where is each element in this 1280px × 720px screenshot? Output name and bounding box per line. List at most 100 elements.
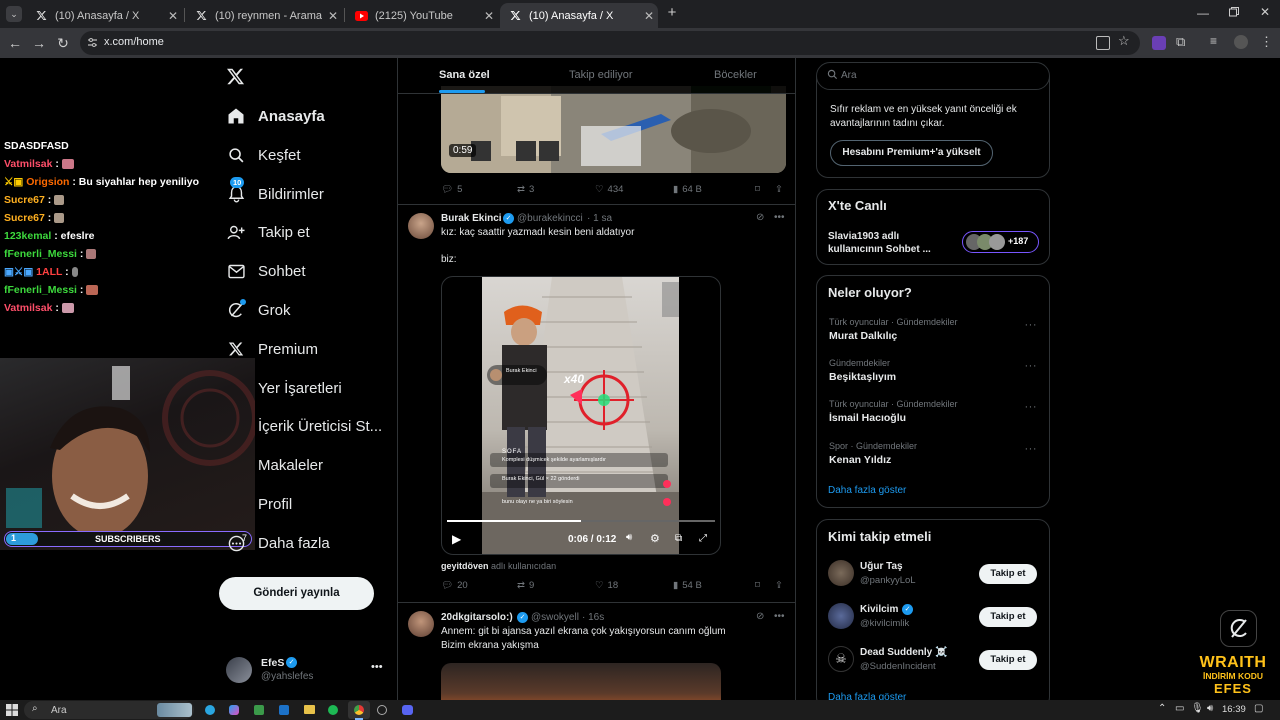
settings-icon[interactable]: ⚙ <box>650 532 660 545</box>
new-tab-button[interactable]: + <box>664 5 680 21</box>
trend-more-icon[interactable]: ··· <box>1025 360 1038 372</box>
install-icon[interactable] <box>1096 36 1110 50</box>
post-author[interactable]: 20dkgitarsolo:) <box>441 612 513 623</box>
close-icon[interactable]: ✕ <box>164 9 182 23</box>
close-icon[interactable]: ✕ <box>480 9 498 23</box>
extensions-puzzle-icon[interactable]: ⧉ <box>1176 34 1185 50</box>
outlook-icon[interactable] <box>279 705 289 715</box>
chrome-menu-icon[interactable]: ⋮ <box>1260 34 1273 50</box>
taskbar-search[interactable]: ⌕ Ara <box>24 701 194 719</box>
tab-for-you[interactable]: Sana özel <box>439 69 490 81</box>
media-control-icon[interactable]: ≡ <box>1210 34 1217 48</box>
edge-icon[interactable] <box>205 705 215 715</box>
spotify-icon[interactable] <box>328 705 338 715</box>
grok-icon[interactable]: ⊘ <box>756 212 764 223</box>
chrome-icon[interactable] <box>348 701 370 720</box>
tray-chevron-icon[interactable]: ⌃ <box>1158 703 1166 714</box>
follow-suggestion[interactable]: Kivilcim ✓ @kivilcimlik Takip et <box>817 601 1049 633</box>
follow-suggestion[interactable]: ☠ Dead Suddenly ☠️ @SuddenIncident Takip… <box>817 644 1049 676</box>
bookmark-button[interactable]: ⌑ <box>755 184 775 195</box>
extension-icon[interactable] <box>1152 36 1166 50</box>
grok-icon[interactable]: ⊘ <box>756 611 764 622</box>
account-switcher[interactable]: EfeS ✓ @yahslefes ••• <box>226 655 386 685</box>
account-more-icon[interactable]: ••• <box>371 661 383 673</box>
post-author[interactable]: Burak Ekinci <box>441 213 502 224</box>
omnibox[interactable]: x.com/home ☆ <box>80 31 1140 55</box>
reply-button[interactable]: 💬︎ 5 <box>441 184 517 195</box>
tab-bocekler[interactable]: Böcekler <box>714 69 757 81</box>
app-icon[interactable] <box>377 705 387 715</box>
nav-notifications[interactable]: 10 Bildirimler <box>226 177 324 207</box>
browser-tab-4[interactable]: (10) Anasayfa / X ✕ <box>500 3 658 28</box>
back-icon[interactable]: ← <box>6 34 24 52</box>
post[interactable]: Burak Ekinci ✓ @burakekincci · 1 sa ⊘ ••… <box>398 205 795 602</box>
notification-center-icon[interactable]: ▢ <box>1254 703 1263 714</box>
browser-tab-1[interactable]: (10) Anasayfa / X ✕ <box>26 3 182 28</box>
profile-avatar[interactable] <box>1234 35 1248 49</box>
nav-articles[interactable]: Makaleler <box>226 452 323 478</box>
credit-user[interactable]: geyitdöven <box>441 561 489 571</box>
discord-icon[interactable] <box>402 705 413 715</box>
nav-home[interactable]: Anasayfa <box>226 103 325 129</box>
explorer-icon[interactable] <box>304 705 315 714</box>
show-more-link[interactable]: Daha fazla göster <box>828 485 906 496</box>
trend-item[interactable]: Spor · Gündemdekiler Kenan Yıldız ··· <box>817 438 1049 478</box>
views-button[interactable]: ▮ 54 B <box>673 580 755 591</box>
copilot-icon[interactable] <box>229 705 239 715</box>
follow-button[interactable]: Takip et <box>979 607 1037 627</box>
trend-item[interactable]: Türk oyuncular · Gündemdekiler İsmail Ha… <box>817 396 1049 436</box>
follow-button[interactable]: Takip et <box>979 564 1037 584</box>
nav-premium[interactable]: Premium <box>226 336 318 362</box>
minimize-button[interactable]: — <box>1196 6 1210 20</box>
nav-follow[interactable]: Takip et <box>226 219 310 245</box>
trend-item[interactable]: Türk oyuncular · Gündemdekiler Murat Dal… <box>817 314 1049 354</box>
nav-studio[interactable]: İçerik Üreticisi St... <box>226 413 382 439</box>
post-video-player[interactable]: x40 Burak Ekinci SOFA Komplesi düşmicek … <box>441 276 721 555</box>
follow-button[interactable]: Takip et <box>979 650 1037 670</box>
site-info-icon[interactable] <box>87 37 98 48</box>
repost-button[interactable]: ⇄ 3 <box>517 184 595 195</box>
close-icon[interactable]: ✕ <box>324 9 342 23</box>
post-more-icon[interactable]: ••• <box>774 611 785 622</box>
share-icon[interactable]: ⇪ <box>775 580 783 591</box>
nav-chat[interactable]: Sohbet <box>226 258 306 284</box>
close-window-button[interactable]: ✕ <box>1258 5 1272 19</box>
browser-tab-2[interactable]: (10) reynmen - Arama / X ✕ <box>186 3 342 28</box>
reload-icon[interactable]: ↻ <box>54 34 72 52</box>
trend-more-icon[interactable]: ··· <box>1025 443 1038 455</box>
post[interactable]: 20dkgitarsolo:) ✓ @swokyell · 16s ⊘ ••• … <box>398 603 795 700</box>
pip-icon[interactable]: ⧉ <box>675 533 682 544</box>
trend-more-icon[interactable]: ··· <box>1025 319 1038 331</box>
nav-grok[interactable]: Grok <box>226 297 291 323</box>
bookmark-button[interactable]: ⌑ <box>755 580 775 591</box>
share-icon[interactable]: ⇪ <box>775 184 783 195</box>
video-progress-track[interactable] <box>447 520 715 522</box>
live-card[interactable]: X'te Canlı Slavia1903 adlı kullanıcının … <box>816 189 1050 265</box>
like-button[interactable]: ♡ 434 <box>595 184 673 195</box>
restore-button[interactable] <box>1228 6 1242 20</box>
volume-icon[interactable]: 🔊︎ <box>1207 703 1213 714</box>
post-media[interactable] <box>441 663 721 700</box>
reply-button[interactable]: 💬︎ 20 <box>441 580 517 591</box>
volume-icon[interactable]: 🔊︎ <box>626 532 632 543</box>
trend-item[interactable]: Gündemdekiler Beşiktaşlıyım ··· <box>817 355 1049 395</box>
store-icon[interactable] <box>254 705 264 715</box>
fullscreen-icon[interactable]: ⤢ <box>699 533 707 544</box>
play-icon[interactable]: ▶ <box>452 532 461 546</box>
clock[interactable]: 16:39 <box>1222 704 1246 715</box>
mic-icon[interactable]: 🎙︎ <box>1191 703 1204 714</box>
start-icon[interactable] <box>6 704 18 716</box>
tab-following[interactable]: Takip ediliyor <box>569 69 633 81</box>
post-media-video[interactable]: 0:59 <box>441 86 786 173</box>
network-icon[interactable]: ▭ <box>1175 703 1184 714</box>
nav-bookmarks[interactable]: Yer İşaretleri <box>226 375 342 401</box>
grok-floating-button[interactable] <box>1220 610 1257 647</box>
nav-profile[interactable]: Profil <box>226 491 292 517</box>
nav-explore[interactable]: Keşfet <box>226 142 301 168</box>
repost-button[interactable]: ⇄ 9 <box>517 580 595 591</box>
bookmark-star-icon[interactable]: ☆ <box>1118 33 1130 49</box>
post-more-icon[interactable]: ••• <box>774 212 785 223</box>
nav-more[interactable]: Daha fazla <box>226 530 330 556</box>
views-button[interactable]: ▮ 64 B <box>673 184 755 195</box>
tab-search-button[interactable]: ⌄ <box>6 6 22 22</box>
